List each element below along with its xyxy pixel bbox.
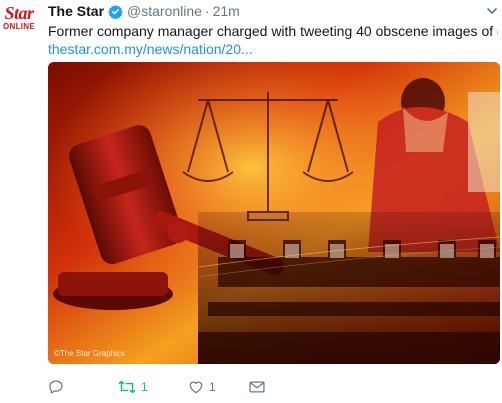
avatar-logo-subtext: ONLINE [2, 22, 36, 31]
timestamp[interactable]: 21m [213, 3, 240, 19]
media-illustration [48, 62, 500, 364]
avatar-logo-text: Star [4, 3, 34, 23]
like-button[interactable]: 1 [188, 378, 248, 396]
verified-badge-icon [108, 4, 123, 19]
reply-icon [48, 379, 64, 395]
tweet-link[interactable]: thestar.com.my/news/nation/20... [48, 40, 253, 58]
chevron-down-icon[interactable] [486, 4, 498, 16]
separator-dot: · [204, 3, 210, 19]
retweet-button[interactable]: 1 [118, 378, 188, 396]
tweet-media-image[interactable]: ©The Star Graphics [48, 62, 500, 364]
envelope-icon [248, 379, 266, 395]
avatar[interactable]: Star ONLINE [0, 3, 38, 39]
tweet-header: The Star @staronline · 21m [48, 2, 240, 20]
tweet-actions: 1 1 [48, 378, 278, 396]
tweet-text: Former company manager charged with twee… [48, 23, 498, 39]
courtroom-judges [198, 240, 500, 364]
direct-message-button[interactable] [248, 378, 278, 396]
image-credit: ©The Star Graphics [54, 349, 125, 358]
reply-button[interactable] [48, 378, 118, 396]
retweet-icon [118, 379, 136, 395]
heart-icon [188, 379, 204, 395]
retweet-count: 1 [141, 380, 148, 394]
tweet[interactable]: Star ONLINE The Star @staronline · 21m F… [0, 0, 502, 403]
display-name[interactable]: The Star [48, 3, 104, 19]
handle[interactable]: @staronline [127, 3, 202, 19]
like-count: 1 [209, 380, 216, 394]
